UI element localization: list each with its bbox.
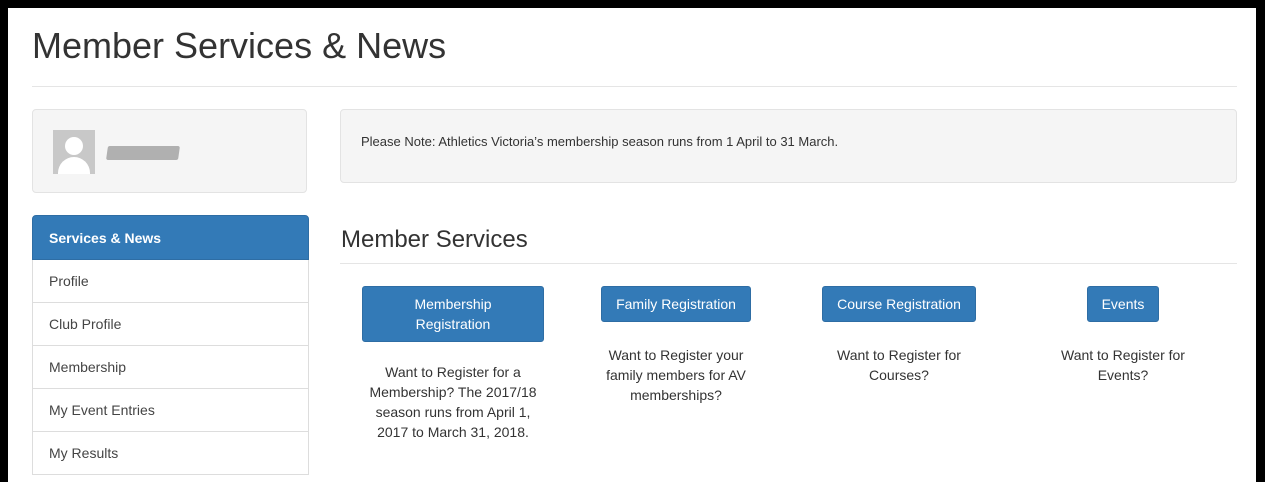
user-card (32, 109, 307, 193)
section-title: Member Services (341, 226, 528, 253)
events-desc: Want to Register for Events? (1061, 347, 1185, 383)
events-button[interactable]: Events (1086, 286, 1160, 322)
service-card-events: Events Want to Register for Events? (1018, 286, 1228, 385)
membership-registration-button[interactable]: Membership Registration (362, 286, 544, 342)
sidebar-nav: Services & News Profile Club Profile Mem… (32, 215, 309, 475)
avatar-head-icon (65, 137, 83, 155)
season-notice: Please Note: Athletics Victoria’s member… (340, 109, 1237, 183)
sidebar-item-membership[interactable]: Membership (32, 346, 309, 389)
family-registration-button[interactable]: Family Registration (601, 286, 751, 322)
page-title: Member Services & News (32, 25, 447, 66)
avatar-body-icon (58, 157, 90, 174)
sidebar-item-services-news[interactable]: Services & News (32, 215, 309, 260)
service-card-family: Family Registration Want to Register you… (571, 286, 781, 405)
sidebar-item-club-profile[interactable]: Club Profile (32, 303, 309, 346)
course-registration-desc: Want to Register for Courses? (837, 347, 961, 383)
avatar (53, 130, 95, 174)
sidebar-item-profile[interactable]: Profile (32, 260, 309, 303)
course-registration-button[interactable]: Course Registration (822, 286, 976, 322)
page-frame: Member Services & News Services & News P… (8, 8, 1256, 482)
membership-registration-desc: Want to Register for a Membership? The 2… (369, 364, 537, 440)
service-card-course: Course Registration Want to Register for… (794, 286, 1004, 385)
sidebar-item-my-results[interactable]: My Results (32, 432, 309, 475)
title-divider (32, 86, 1237, 87)
redacted-username (106, 146, 180, 160)
service-card-membership: Membership Registration Want to Register… (348, 286, 558, 442)
sidebar-item-my-event-entries[interactable]: My Event Entries (32, 389, 309, 432)
section-divider (340, 263, 1237, 264)
family-registration-desc: Want to Register your family members for… (606, 347, 746, 403)
